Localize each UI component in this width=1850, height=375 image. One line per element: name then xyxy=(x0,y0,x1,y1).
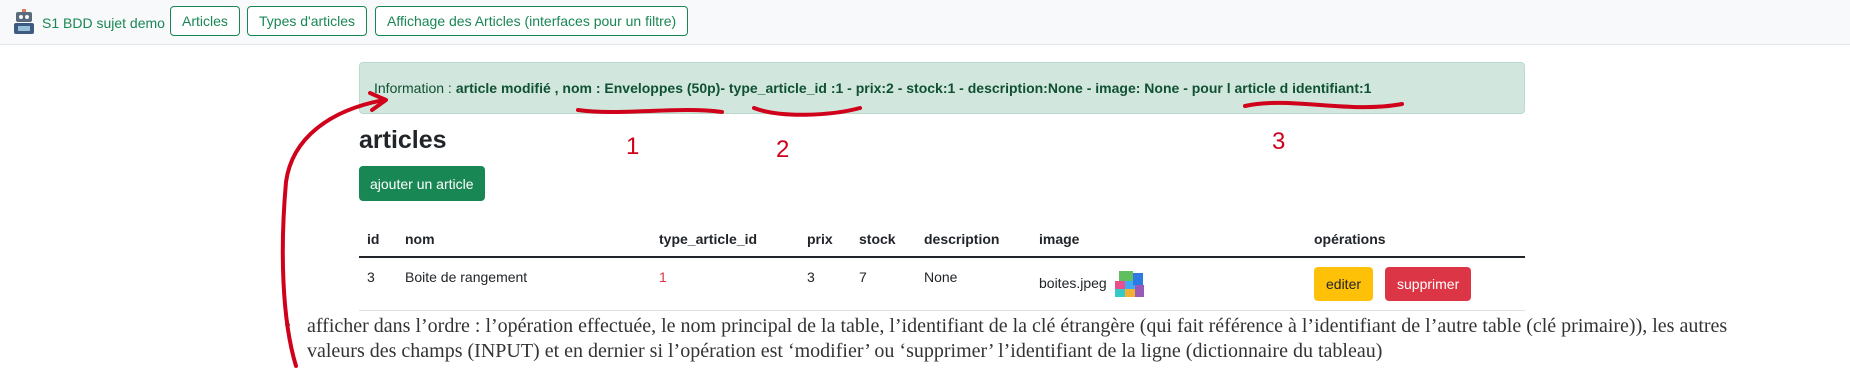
table-header: id nom type_article_id prix stock descri… xyxy=(359,222,1525,258)
storage-boxes-thumbnail xyxy=(1114,271,1144,297)
flash-prefix: Information : xyxy=(374,80,452,96)
brand-link[interactable]: S1 BDD sujet demo xyxy=(10,8,165,38)
table-row: 3 Boite de rangement 1 3 7 None boites.j… xyxy=(359,258,1525,311)
edit-button[interactable]: editer xyxy=(1314,267,1374,301)
delete-button[interactable]: supprimer xyxy=(1385,267,1472,301)
cell-prix: 3 xyxy=(807,269,815,285)
col-image: image xyxy=(1039,231,1080,247)
note-bullet: • xyxy=(284,315,292,337)
annotation-mark-1: 1 xyxy=(626,133,640,160)
note-text: afficher dans l’ordre : l’opération effe… xyxy=(307,315,1728,362)
annotation-mark-3: 3 xyxy=(1272,128,1286,155)
cell-description: None xyxy=(924,269,958,285)
cell-image: boites.jpeg xyxy=(1039,267,1145,299)
nav-types-articles-button[interactable]: Types d'articles xyxy=(247,6,368,36)
col-id: id xyxy=(367,231,380,247)
cell-type-article-id: 1 xyxy=(659,269,667,285)
col-prix: prix xyxy=(807,231,833,247)
cell-nom: Boite de rangement xyxy=(405,269,528,285)
flash-message-text: article modifié , nom : Enveloppes (50p)… xyxy=(455,80,1372,96)
top-navbar: S1 BDD sujet demo Articles Types d'artic… xyxy=(0,0,1850,45)
col-operations: opérations xyxy=(1314,231,1386,247)
flash-message-alert: Information : article modifié , nom : En… xyxy=(359,62,1525,114)
brand-robot-icon xyxy=(14,9,34,34)
brand-label: S1 BDD sujet demo xyxy=(42,15,165,31)
cell-stock: 7 xyxy=(859,269,867,285)
add-article-button[interactable]: ajouter un article xyxy=(359,166,485,201)
nav-articles-button[interactable]: Articles xyxy=(170,6,240,36)
instruction-note: • afficher dans l’ordre : l’opération ef… xyxy=(284,314,1744,364)
col-nom: nom xyxy=(405,231,435,247)
col-stock: stock xyxy=(859,231,896,247)
col-type-article-id: type_article_id xyxy=(659,231,758,247)
cell-id: 3 xyxy=(367,269,375,285)
col-description: description xyxy=(924,231,1000,247)
nav-filter-articles-button[interactable]: Affichage des Articles (interfaces pour … xyxy=(375,6,689,36)
page-title: articles xyxy=(359,126,447,154)
image-filename: boites.jpeg xyxy=(1039,275,1107,291)
annotation-mark-2: 2 xyxy=(776,136,790,163)
